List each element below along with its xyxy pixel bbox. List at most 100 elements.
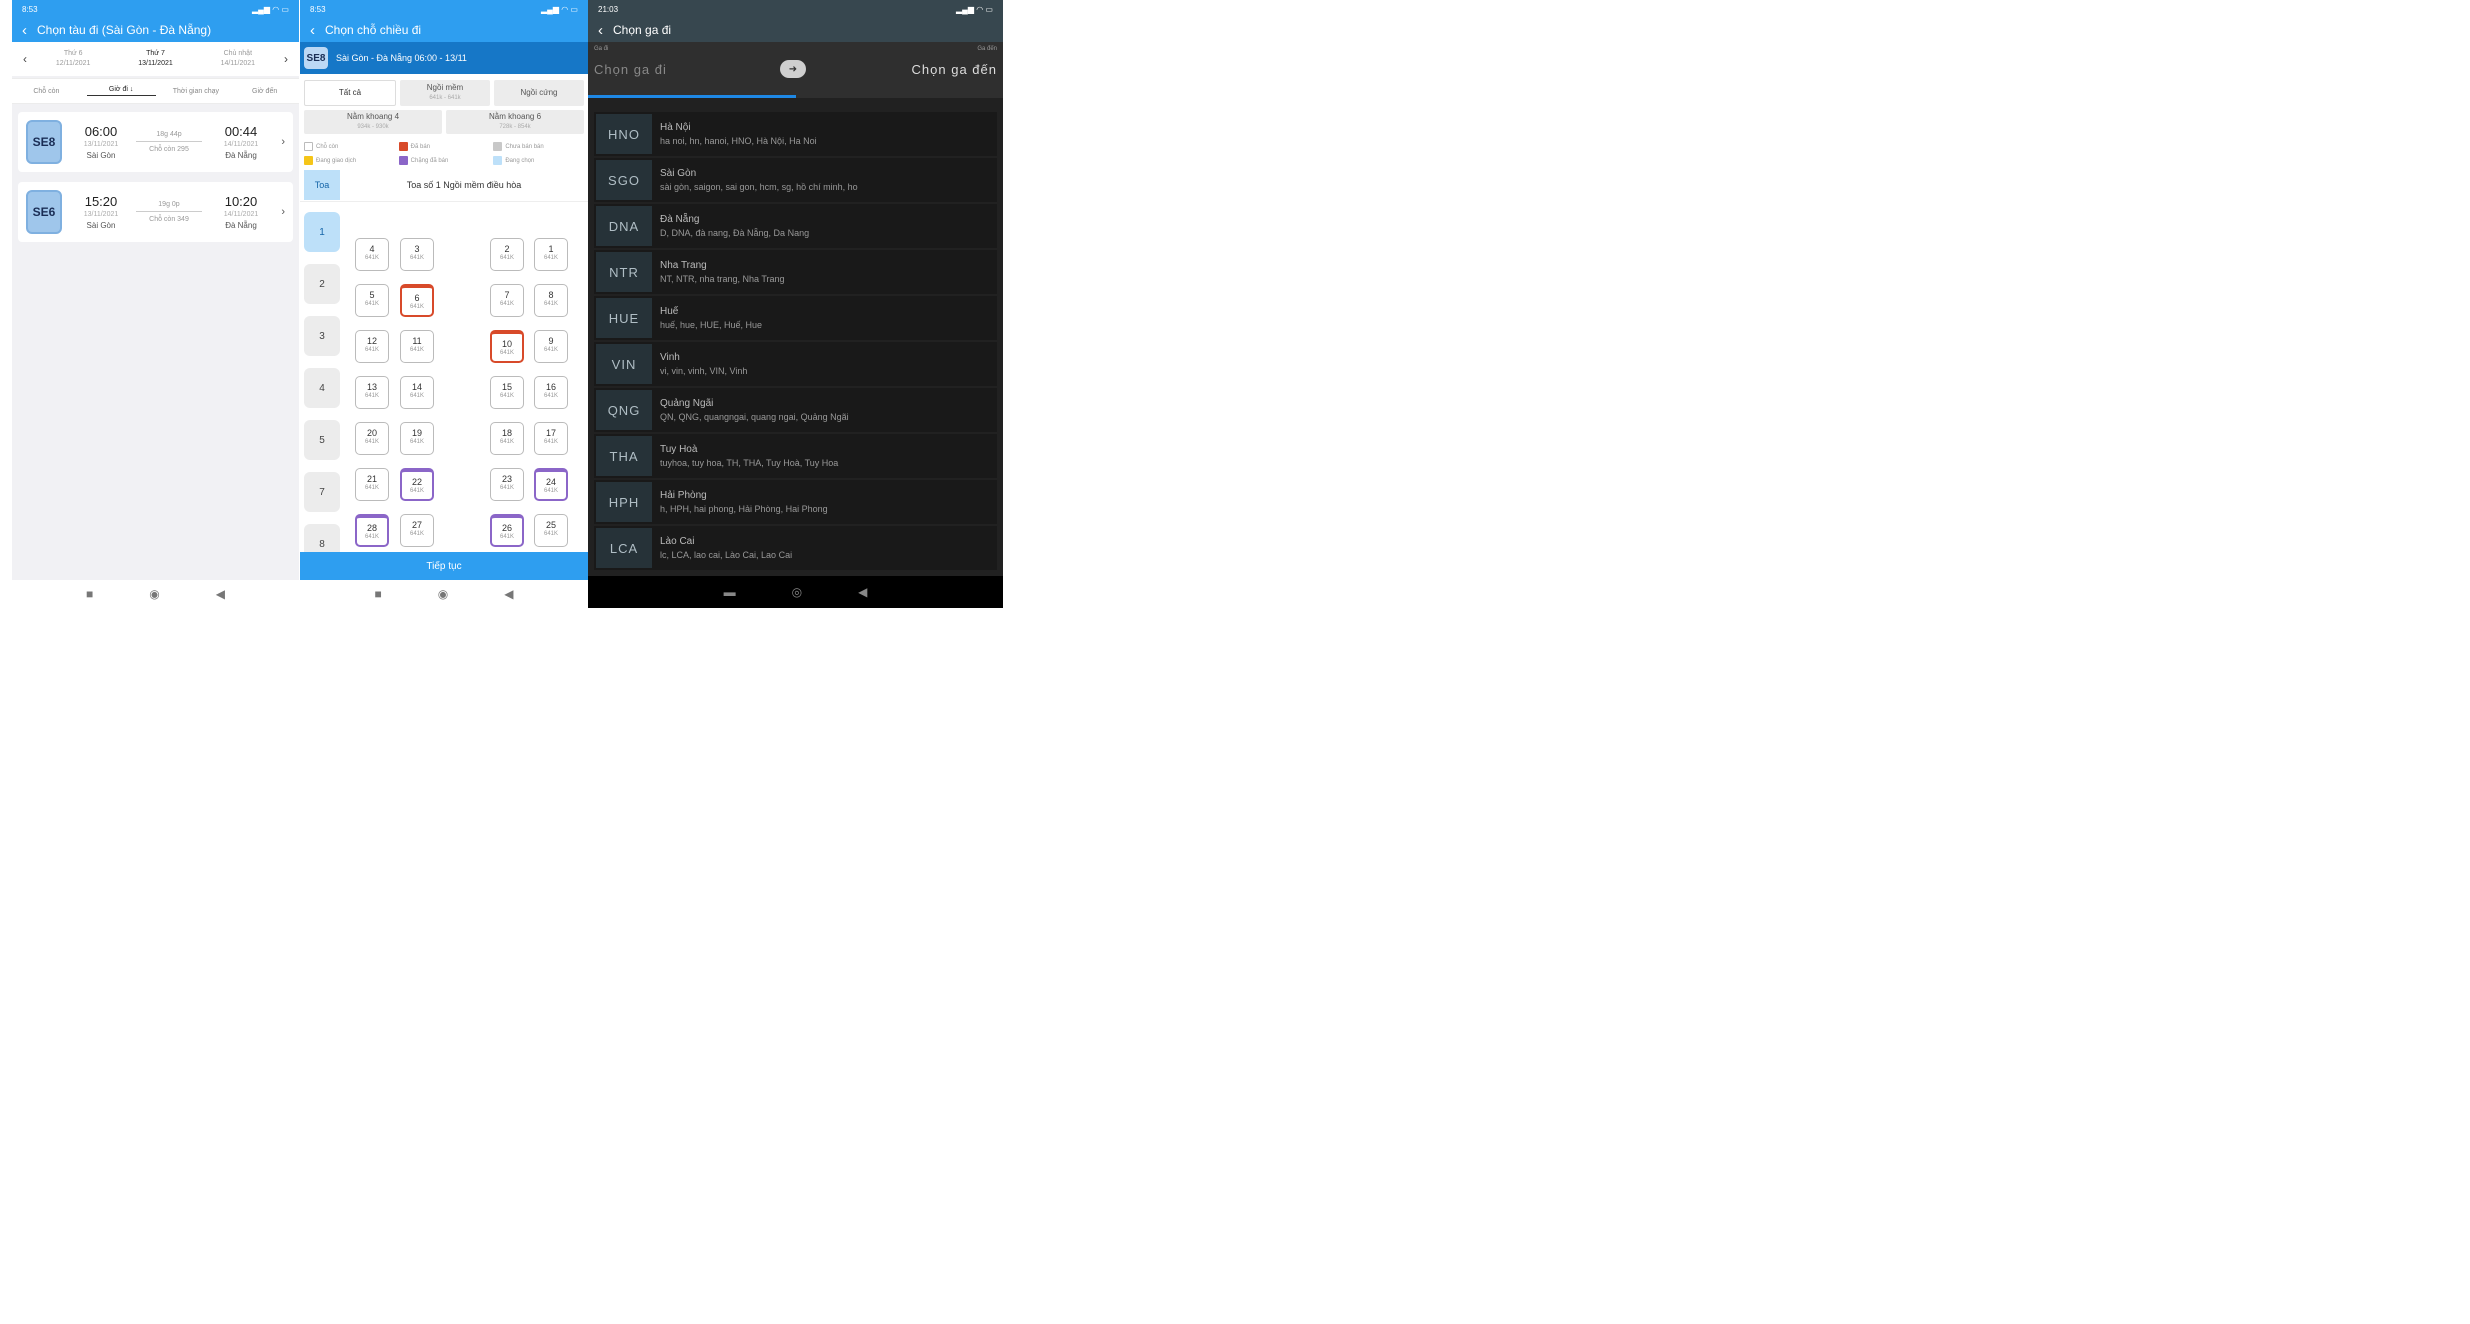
seat-price: 641K [364,393,379,399]
seat-number: 10 [501,339,512,349]
back-icon[interactable]: ‹ [310,22,315,39]
date-prev[interactable]: Thứ 6 12/11/2021 [32,49,114,69]
train-card[interactable]: SE6 15:20 13/11/2021 Sài Gòn 19g 0p Chỗ còn… [18,182,293,242]
to-field[interactable]: Ga đến Chọn ga đến [796,42,1004,98]
page-title: Chọn chỗ chiều đi [325,23,422,37]
tab-hard-seat[interactable]: Ngồi cứng [494,80,584,106]
seat[interactable]: 4 641K [355,238,389,271]
seat[interactable]: 12 641K [355,330,389,363]
seat[interactable]: 1 641K [534,238,568,271]
station-item[interactable]: LCA Lào Cai lc, LCA, lao cai, Lào Cai, Lao… [594,526,997,570]
seat[interactable]: 3 641K [400,238,434,271]
seat[interactable]: 26 641K [490,514,524,547]
seat[interactable]: 19 641K [400,422,434,455]
coach-item[interactable]: 2 [304,264,340,304]
station-item[interactable]: HPH Hải Phòng h, HPH, hai phong, Hải Phòng… [594,480,997,524]
header-bar: ‹ Chọn ga đi [588,18,1003,42]
seat[interactable]: 25 641K [534,514,568,547]
home-icon[interactable]: ◉ [438,587,448,601]
coach-item[interactable]: 3 [304,316,340,356]
seat[interactable]: 22 641K [400,468,434,501]
seat[interactable]: 2 641K [490,238,524,271]
station-info: Huế huế, hue, HUE, Huế, Hue [660,306,762,330]
seat[interactable]: 17 641K [534,422,568,455]
station-item[interactable]: NTR Nha Trang NT, NTR, nha trang, Nha Tran… [594,250,997,294]
seat-number: 5 [369,290,375,300]
seat[interactable]: 5 641K [355,284,389,317]
seat[interactable]: 13 641K [355,376,389,409]
sort-arrival[interactable]: Giờ đến [230,88,299,95]
station-aliases: ha noi, hn, hanoi, HNO, Hà Nội, Ha Noi [660,136,817,146]
seat[interactable]: 18 641K [490,422,524,455]
coach-item[interactable]: 7 [304,472,340,512]
seat-price: 641K [543,439,558,445]
back-nav-icon[interactable]: ◀ [858,585,867,599]
tab-price: 641k - 641k [429,95,461,101]
seat[interactable]: 28 641K [355,514,389,547]
recents-icon[interactable]: ■ [375,587,382,601]
tab-soft-seat[interactable]: Ngồi mềm 641k - 641k [400,80,490,106]
status-bar: 21:03 ▂▄▆ ◠ ▭ [588,0,1003,18]
station-item[interactable]: HNO Hà Nội ha noi, hn, hanoi, HNO, Hà Nội,… [594,112,997,156]
seat[interactable]: 8 641K [534,284,568,317]
seat[interactable]: 16 641K [534,376,568,409]
seat-price: 641K [499,301,514,307]
home-icon[interactable]: ◎ [792,585,802,599]
date-next[interactable]: Chủ nhật 14/11/2021 [197,49,279,69]
recents-icon[interactable]: ▬ [724,585,736,599]
seat[interactable]: 14 641K [400,376,434,409]
dep-station: Sài Gòn [86,151,116,160]
coach-item[interactable]: 4 [304,368,340,408]
status-bar: 8:53 ▂▄▆ ◠ ▭ [300,0,588,18]
seat[interactable]: 6 641K [400,284,434,317]
home-icon[interactable]: ◉ [149,587,159,601]
arrow-right-icon[interactable]: ➜ [780,60,806,78]
sort-departure[interactable]: Giờ đi ↓ [86,86,156,96]
seat[interactable]: 9 641K [534,330,568,363]
station-aliases: h, HPH, hai phong, Hải Phòng, Hai Phong [660,504,828,514]
seat[interactable]: 24 641K [534,468,568,501]
back-icon[interactable]: ‹ [22,22,27,39]
header-bar: ‹ Chọn tàu đi (Sài Gòn - Đà Nẵng) [12,18,299,42]
station-list: HNO Hà Nội ha noi, hn, hanoi, HNO, Hà Nội,… [588,98,1003,570]
page-title: Chọn ga đi [613,23,672,37]
seat-price: 641K [499,255,514,261]
tab-all[interactable]: Tất cả [304,80,396,106]
station-item[interactable]: SGO Sài Gòn sài gòn, saigon, sai gon, hcm,… [594,158,997,202]
back-nav-icon[interactable]: ◀ [504,587,513,601]
next-date-icon[interactable]: › [279,52,293,66]
seat[interactable]: 7 641K [490,284,524,317]
from-field[interactable]: Ga đi Chọn ga đi [588,42,796,98]
seat[interactable]: 10 641K [490,330,524,363]
seat[interactable]: 15 641K [490,376,524,409]
tab-berth-6[interactable]: Nằm khoang 6 728k - 854k [446,110,584,134]
station-item[interactable]: VIN Vinh vi, vin, vinh, VIN, Vinh [594,342,997,386]
continue-button[interactable]: Tiếp tục [300,552,588,580]
tab-berth-4[interactable]: Nằm khoang 4 934k - 930k [304,110,442,134]
station-item[interactable]: DNA Đà Nẵng D, DNA, đà nang, Đà Nẵng, Da N… [594,204,997,248]
seat[interactable]: 11 641K [400,330,434,363]
seat[interactable]: 27 641K [400,514,434,547]
chevron-right-icon: › [281,136,285,148]
seat[interactable]: 23 641K [490,468,524,501]
train-card[interactable]: SE8 06:00 13/11/2021 Sài Gòn 18g 44p Chỗ cò… [18,112,293,172]
seat-number: 12 [366,336,377,346]
date-current[interactable]: Thứ 7 13/11/2021 [114,49,196,69]
legend-swatch [398,156,408,165]
route-bar: SE8 Sài Gòn - Đà Nẵng 06:00 - 13/11 [300,42,588,74]
seat[interactable]: 20 641K [355,422,389,455]
back-nav-icon[interactable]: ◀ [216,587,225,601]
sort-seats[interactable]: Chỗ còn [12,88,81,95]
seat[interactable]: 21 641K [355,468,389,501]
coach-item[interactable]: 5 [304,420,340,460]
prev-date-icon[interactable]: ‹ [18,52,32,66]
station-item[interactable]: THA Tuy Hoà tuyhoa, tuy hoa, TH, THA, Tuy … [594,434,997,478]
back-icon[interactable]: ‹ [598,22,603,39]
sort-duration[interactable]: Thời gian chạy [162,88,231,95]
coach-item[interactable]: 1 [304,212,340,252]
station-aliases: sài gòn, saigon, sai gon, hcm, sg, hồ ch… [660,182,858,192]
station-item[interactable]: HUE Huế huế, hue, HUE, Huế, Hue [594,296,997,340]
seat-price: 641K [543,347,558,353]
station-item[interactable]: QNG Quảng Ngãi QN, QNG, quangngai, quang n… [594,388,997,432]
recents-icon[interactable]: ■ [86,587,93,601]
